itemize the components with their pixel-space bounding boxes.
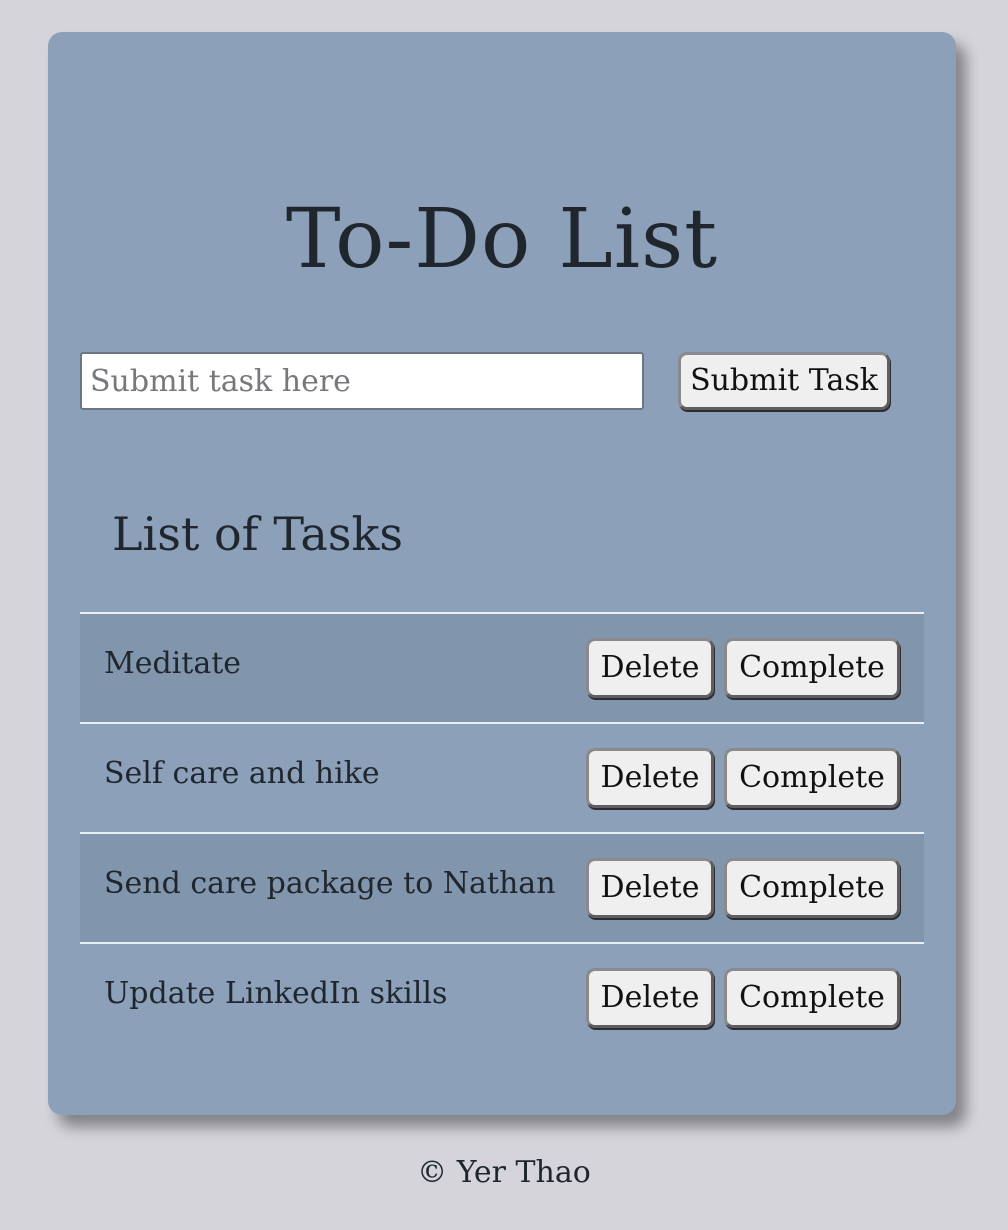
delete-button[interactable]: Delete [586, 858, 714, 918]
delete-button[interactable]: Delete [586, 968, 714, 1028]
footer-copyright: © Yer Thao [417, 1155, 591, 1190]
task-text: Send care package to Nathan [104, 866, 556, 901]
delete-button[interactable]: Delete [586, 748, 714, 808]
task-row: Send care package to Nathan Delete Compl… [80, 834, 924, 944]
delete-button[interactable]: Delete [586, 638, 714, 698]
submit-task-button[interactable]: Submit Task [678, 352, 890, 410]
todo-card: To-Do List Submit Task List of Tasks Med… [48, 32, 956, 1115]
task-list: Meditate Delete Complete Self care and h… [80, 612, 924, 1052]
task-row: Self care and hike Delete Complete [80, 724, 924, 834]
list-heading: List of Tasks [112, 507, 403, 561]
task-row: Update LinkedIn skills Delete Complete [80, 944, 924, 1052]
task-row: Meditate Delete Complete [80, 614, 924, 724]
complete-button[interactable]: Complete [724, 638, 900, 698]
task-text: Update LinkedIn skills [104, 976, 448, 1011]
page-title: To-Do List [285, 192, 719, 287]
task-text: Meditate [104, 646, 242, 681]
task-input[interactable] [80, 352, 644, 410]
task-text: Self care and hike [104, 756, 380, 791]
complete-button[interactable]: Complete [724, 858, 900, 918]
complete-button[interactable]: Complete [724, 968, 900, 1028]
complete-button[interactable]: Complete [724, 748, 900, 808]
